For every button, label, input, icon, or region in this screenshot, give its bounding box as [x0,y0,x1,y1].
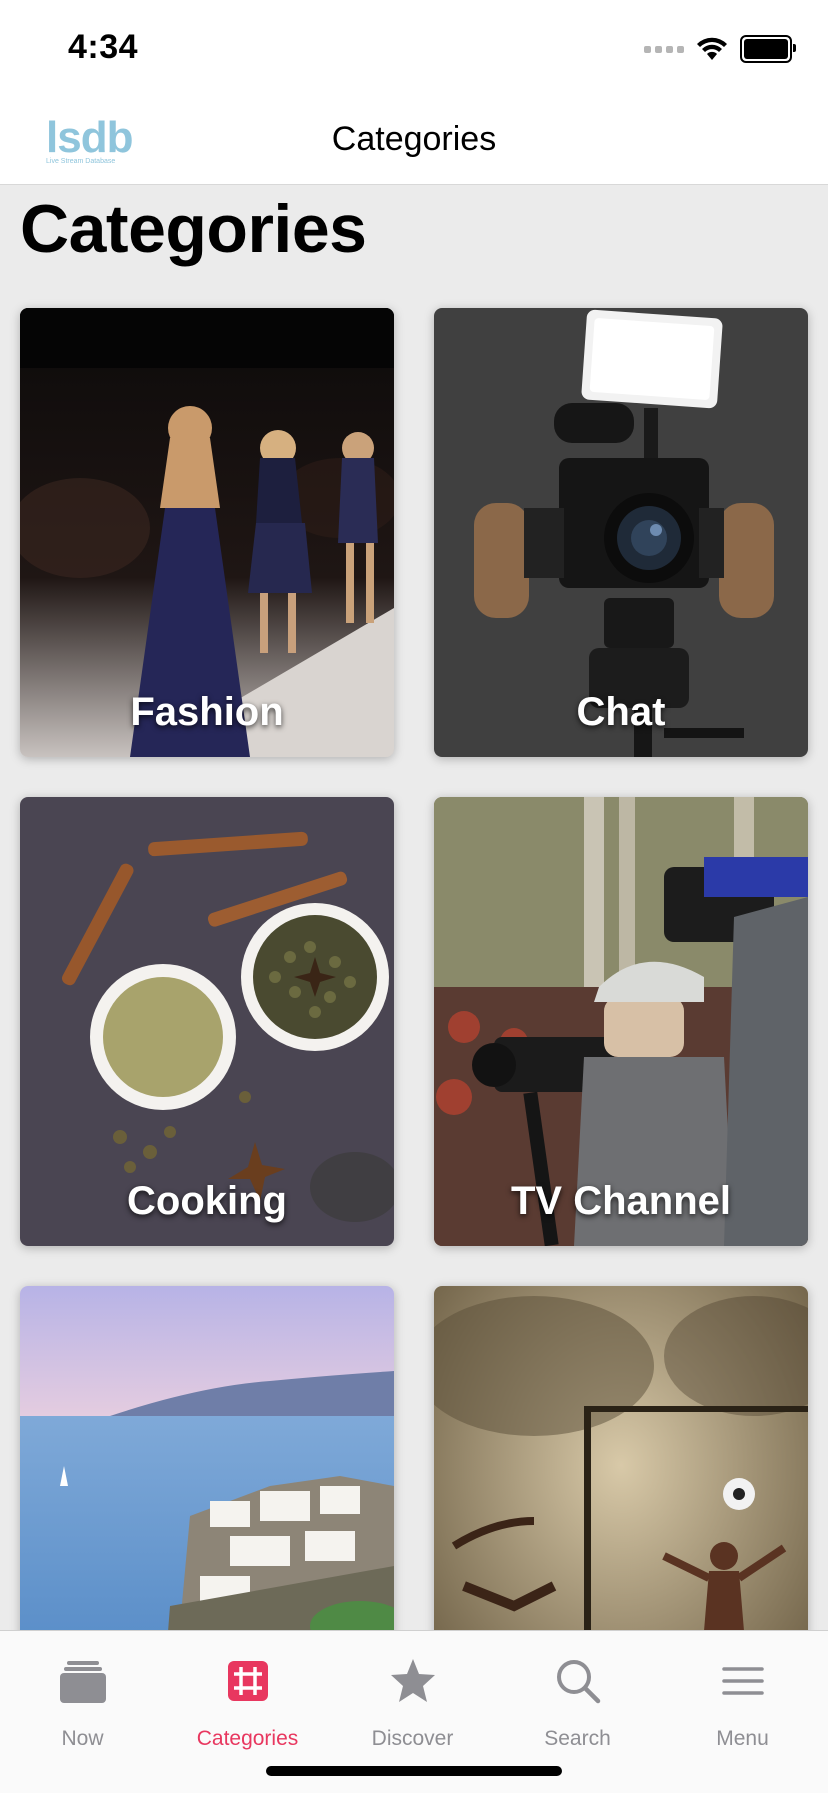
tab-menu[interactable]: Menu [660,1631,825,1751]
status-icons [644,34,796,64]
tab-search[interactable]: Search [495,1631,660,1751]
category-card-cooking[interactable]: Cooking [20,797,394,1246]
category-label: Fashion [130,690,284,734]
stack-icon [59,1661,106,1703]
battery-icon [740,35,796,63]
home-indicator [266,1766,562,1776]
status-time: 4:34 [68,28,139,66]
tab-label: Search [544,1727,611,1750]
category-label: Chat [576,690,666,734]
status-bar: 4:34 [0,0,828,96]
cellular-signal-icon [644,45,684,53]
category-label: Cooking [127,1179,287,1223]
star-icon [390,1659,435,1702]
category-label: TV Channel [510,1179,732,1223]
tab-discover[interactable]: Discover [330,1631,495,1751]
tab-label: Menu [716,1727,769,1750]
navigation-bar: lsdb Live Stream Database Categories [0,96,828,185]
category-card-tv-channel[interactable]: TV Channel [434,797,808,1246]
tab-label: Categories [196,1727,299,1750]
wifi-icon [697,37,727,60]
tab-now[interactable]: Now [0,1631,165,1751]
search-icon [556,1660,600,1704]
category-card-chat[interactable]: Chat [434,308,808,757]
grid-hash-icon [227,1661,268,1701]
page-title: Categories [20,191,367,267]
nav-title: Categories [331,120,497,158]
tab-categories[interactable]: Categories [165,1631,330,1751]
tab-label: Now [61,1727,104,1750]
tab-label: Discover [371,1727,454,1750]
hamburger-icon [721,1667,764,1695]
category-card-fashion[interactable]: Fashion [20,308,394,757]
